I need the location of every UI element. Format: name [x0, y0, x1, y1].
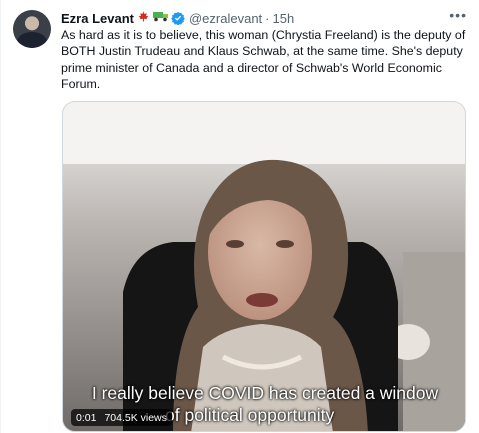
- verified-badge-icon: [171, 11, 185, 25]
- more-options-icon[interactable]: •••: [449, 7, 467, 23]
- separator-dot: ·: [265, 10, 270, 26]
- video-elapsed-time: 0:01: [76, 411, 97, 424]
- video-stats-overlay: 0:01 704.5K views: [71, 409, 172, 426]
- tweet-header: Ezra Levant @ezralevant · 15h: [61, 9, 469, 27]
- author-handle[interactable]: @ezralevant: [189, 11, 262, 26]
- timestamp[interactable]: 15h: [273, 11, 295, 26]
- canada-flag-icon: [137, 11, 150, 25]
- video-view-count: 704.5K views: [104, 411, 167, 424]
- timeline-border: [0, 0, 1, 433]
- truck-icon: [152, 11, 169, 25]
- avatar-figure: [17, 32, 47, 48]
- video-caption-line-2: of political opportunity: [165, 405, 335, 425]
- avatar[interactable]: [13, 10, 51, 48]
- video-caption-line-1: I really believe COVID has created a win…: [91, 383, 439, 403]
- author-name[interactable]: Ezra Levant: [61, 11, 134, 26]
- tweet-text: As hard as it is to believe, this woman …: [61, 28, 466, 91]
- video-player[interactable]: I really believe COVID has created a win…: [62, 101, 466, 432]
- tweet[interactable]: Ezra Levant @ezralevant · 15h ••• As har…: [0, 0, 479, 433]
